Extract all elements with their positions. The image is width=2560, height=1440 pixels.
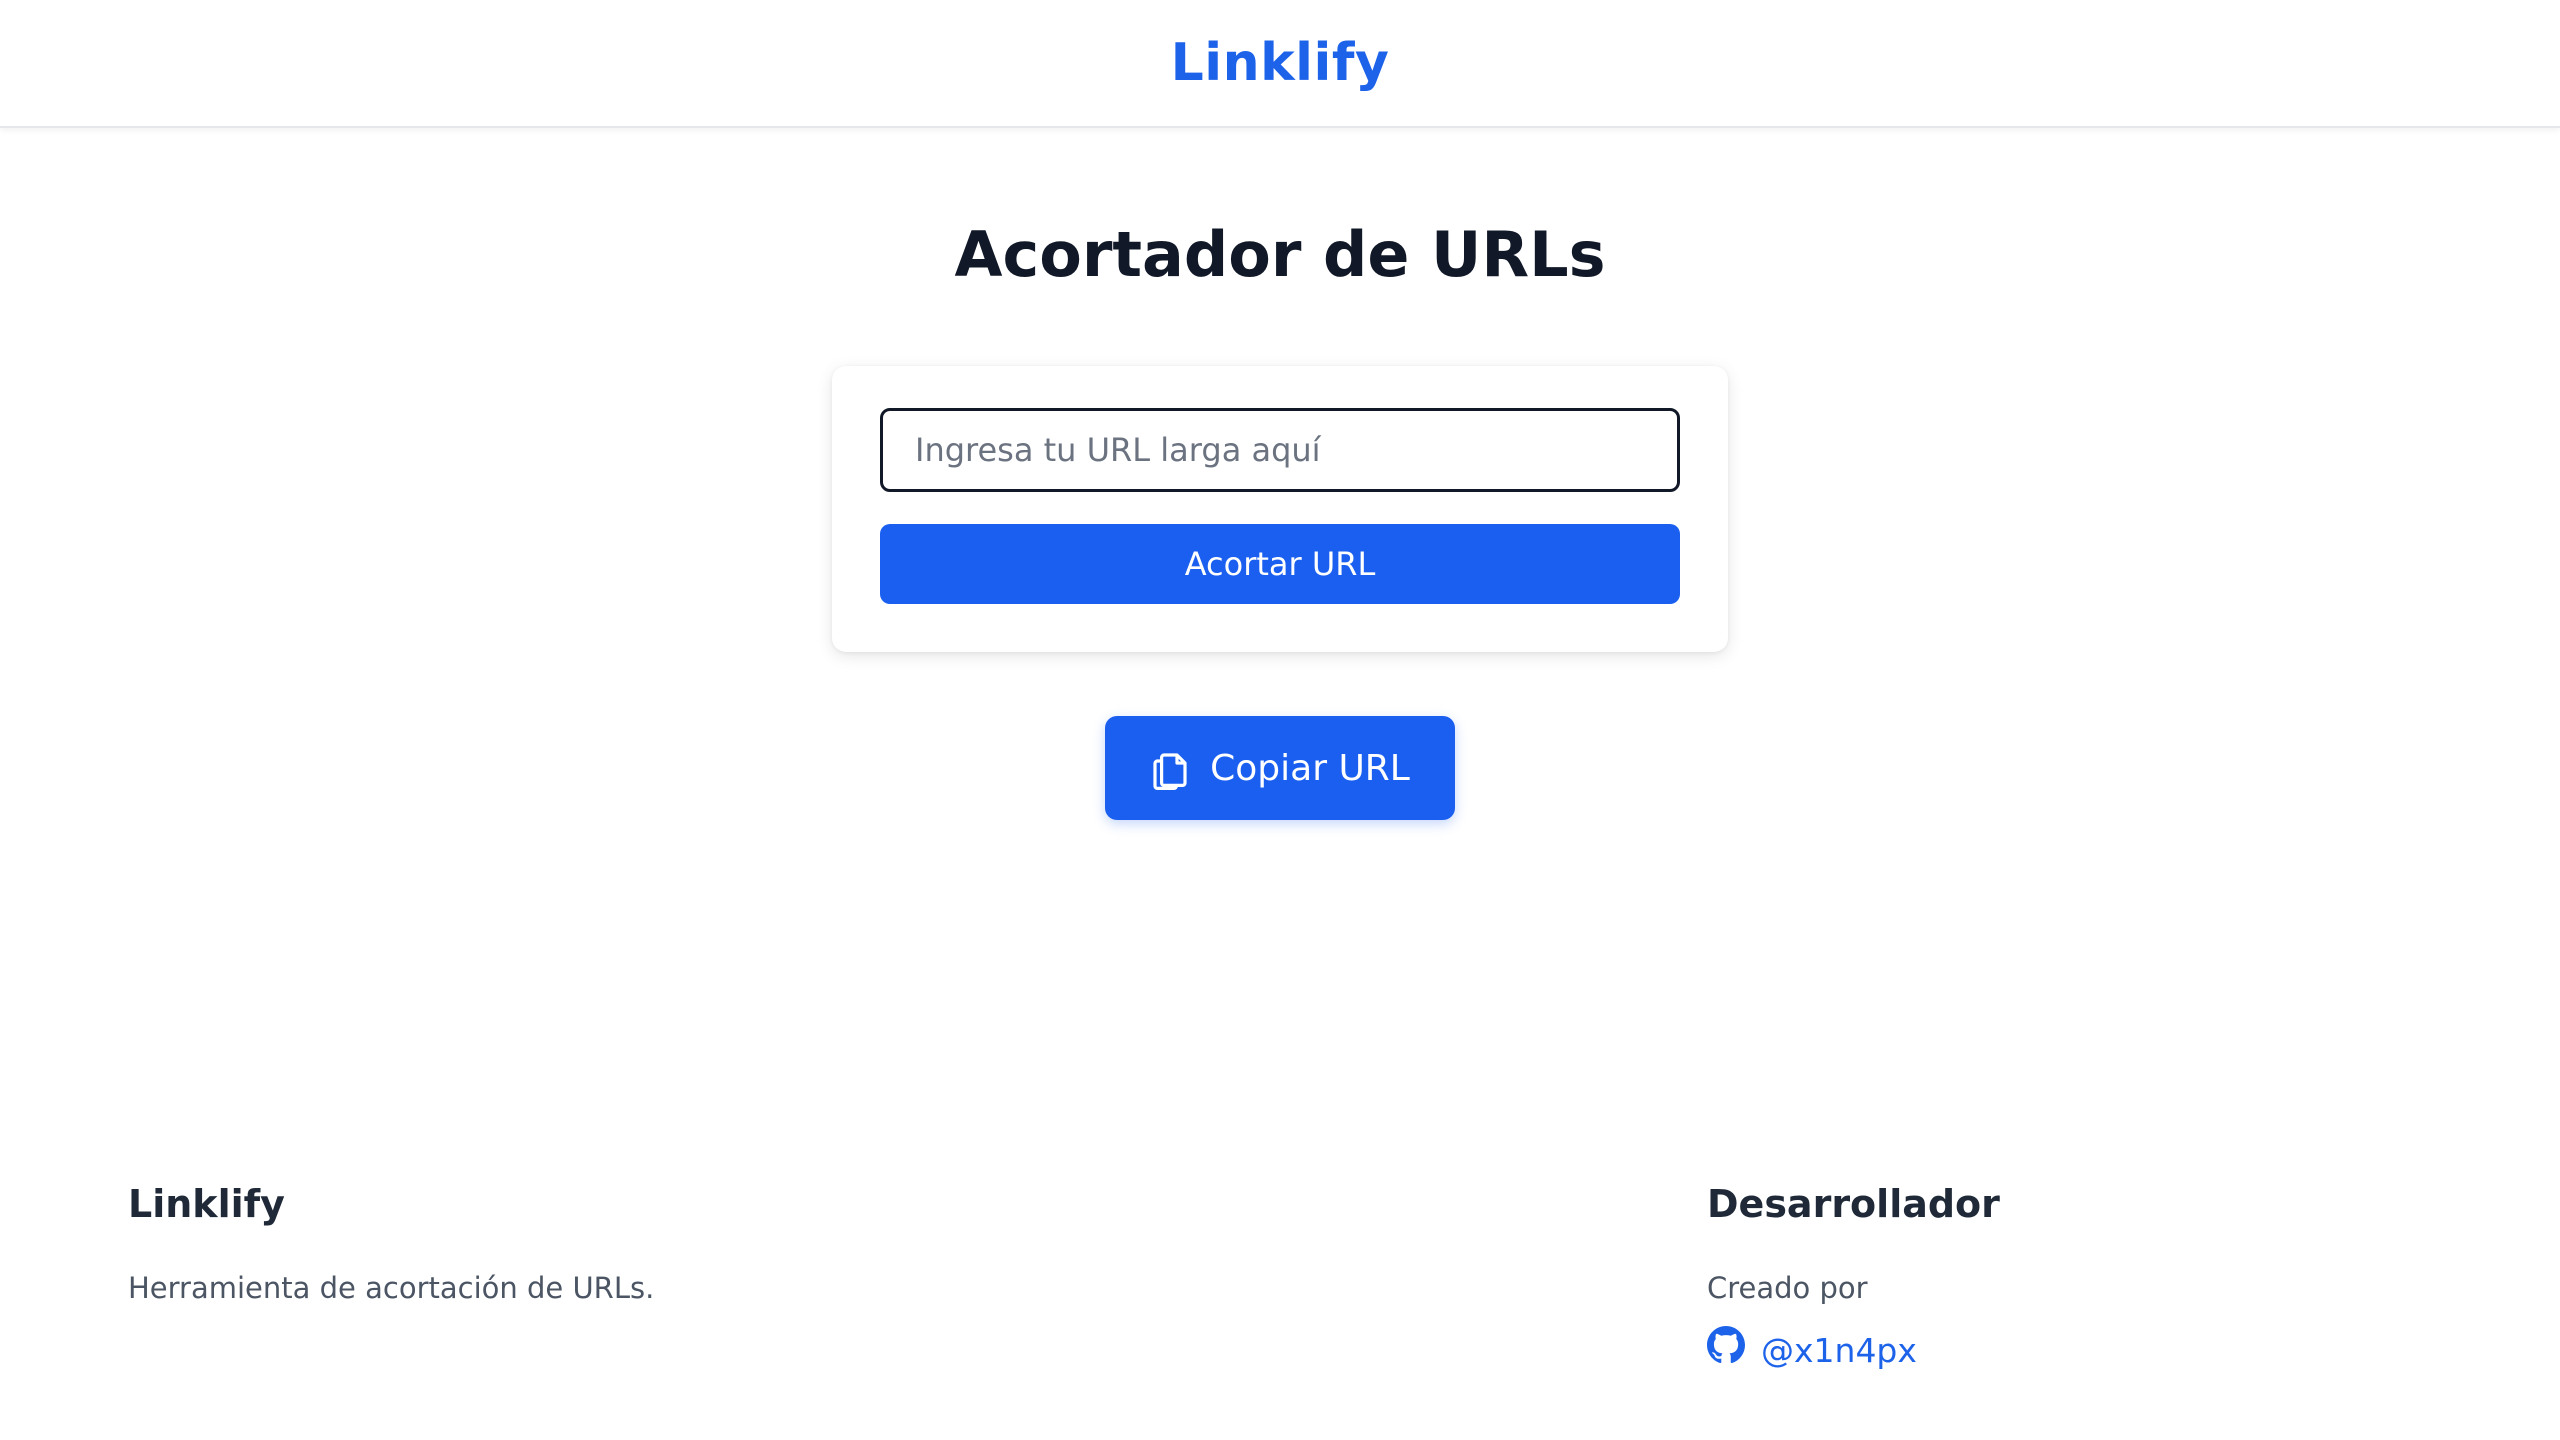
url-input[interactable] (880, 408, 1680, 492)
footer-description: Herramienta de acortación de URLs. (128, 1271, 655, 1305)
footer-created-by: Creado por (1707, 1271, 1868, 1305)
footer-developer-heading: Desarrollador (1707, 1182, 2000, 1226)
brand-logo-link[interactable]: Linklify (1171, 33, 1390, 93)
top-navbar: Linklify (0, 0, 2560, 128)
footer-about-section: Linklify Herramienta de acortación de UR… (128, 1180, 654, 1308)
github-icon (1707, 1326, 1745, 1375)
copy-icon (1150, 746, 1190, 790)
shortener-card: Acortar URL (832, 366, 1728, 652)
copy-url-button[interactable]: Copiar URL (1105, 716, 1455, 820)
shorten-url-button[interactable]: Acortar URL (880, 524, 1680, 604)
developer-github-link[interactable]: @x1n4px (1707, 1326, 2000, 1375)
copy-url-button-label: Copiar URL (1210, 747, 1410, 789)
page-title: Acortador de URLs (954, 218, 1606, 291)
footer-brand-heading: Linklify (128, 1182, 285, 1226)
footer-developer-section: Desarrollador Creado por @x1n4px (1707, 1180, 2000, 1375)
developer-handle: @x1n4px (1761, 1330, 1917, 1370)
shorten-url-button-label: Acortar URL (1184, 545, 1376, 583)
